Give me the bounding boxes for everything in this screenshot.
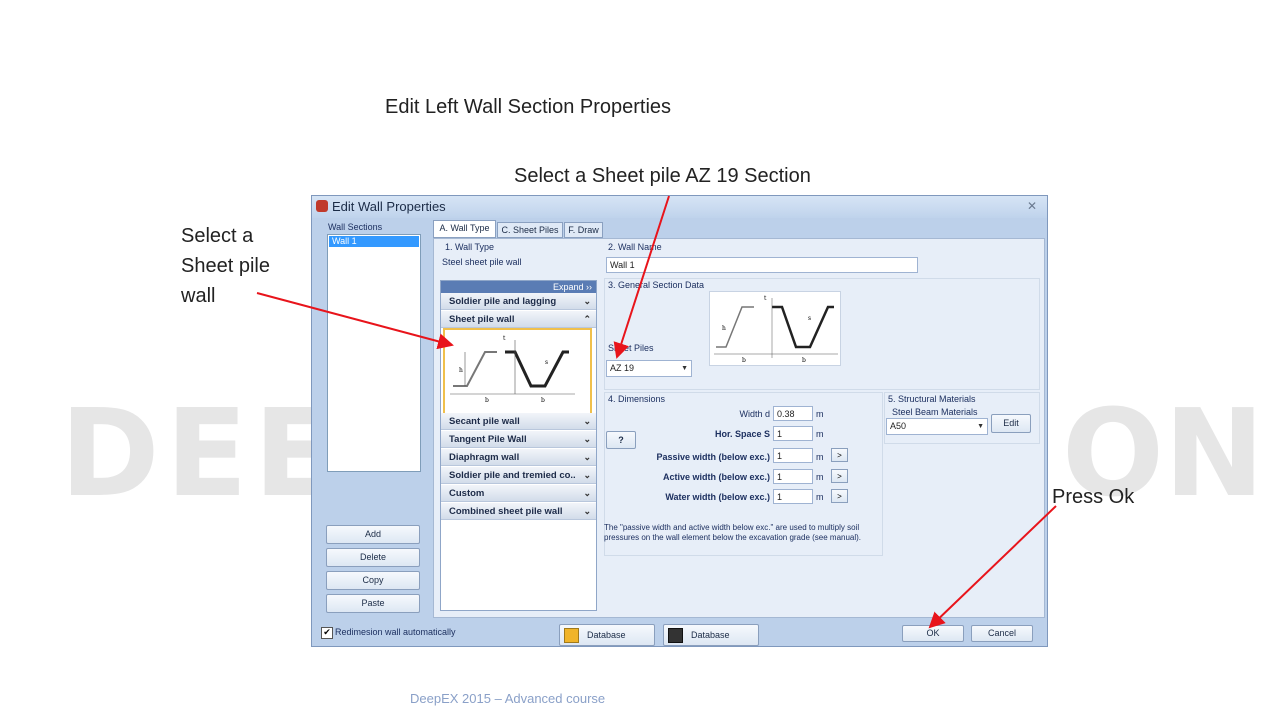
annotation-arrows xyxy=(256,195,1057,629)
arrow-to-sheet-pile-select xyxy=(613,195,670,359)
arrow-to-ok-button xyxy=(928,505,1057,629)
arrow-to-sheet-pile-wall xyxy=(256,292,454,350)
